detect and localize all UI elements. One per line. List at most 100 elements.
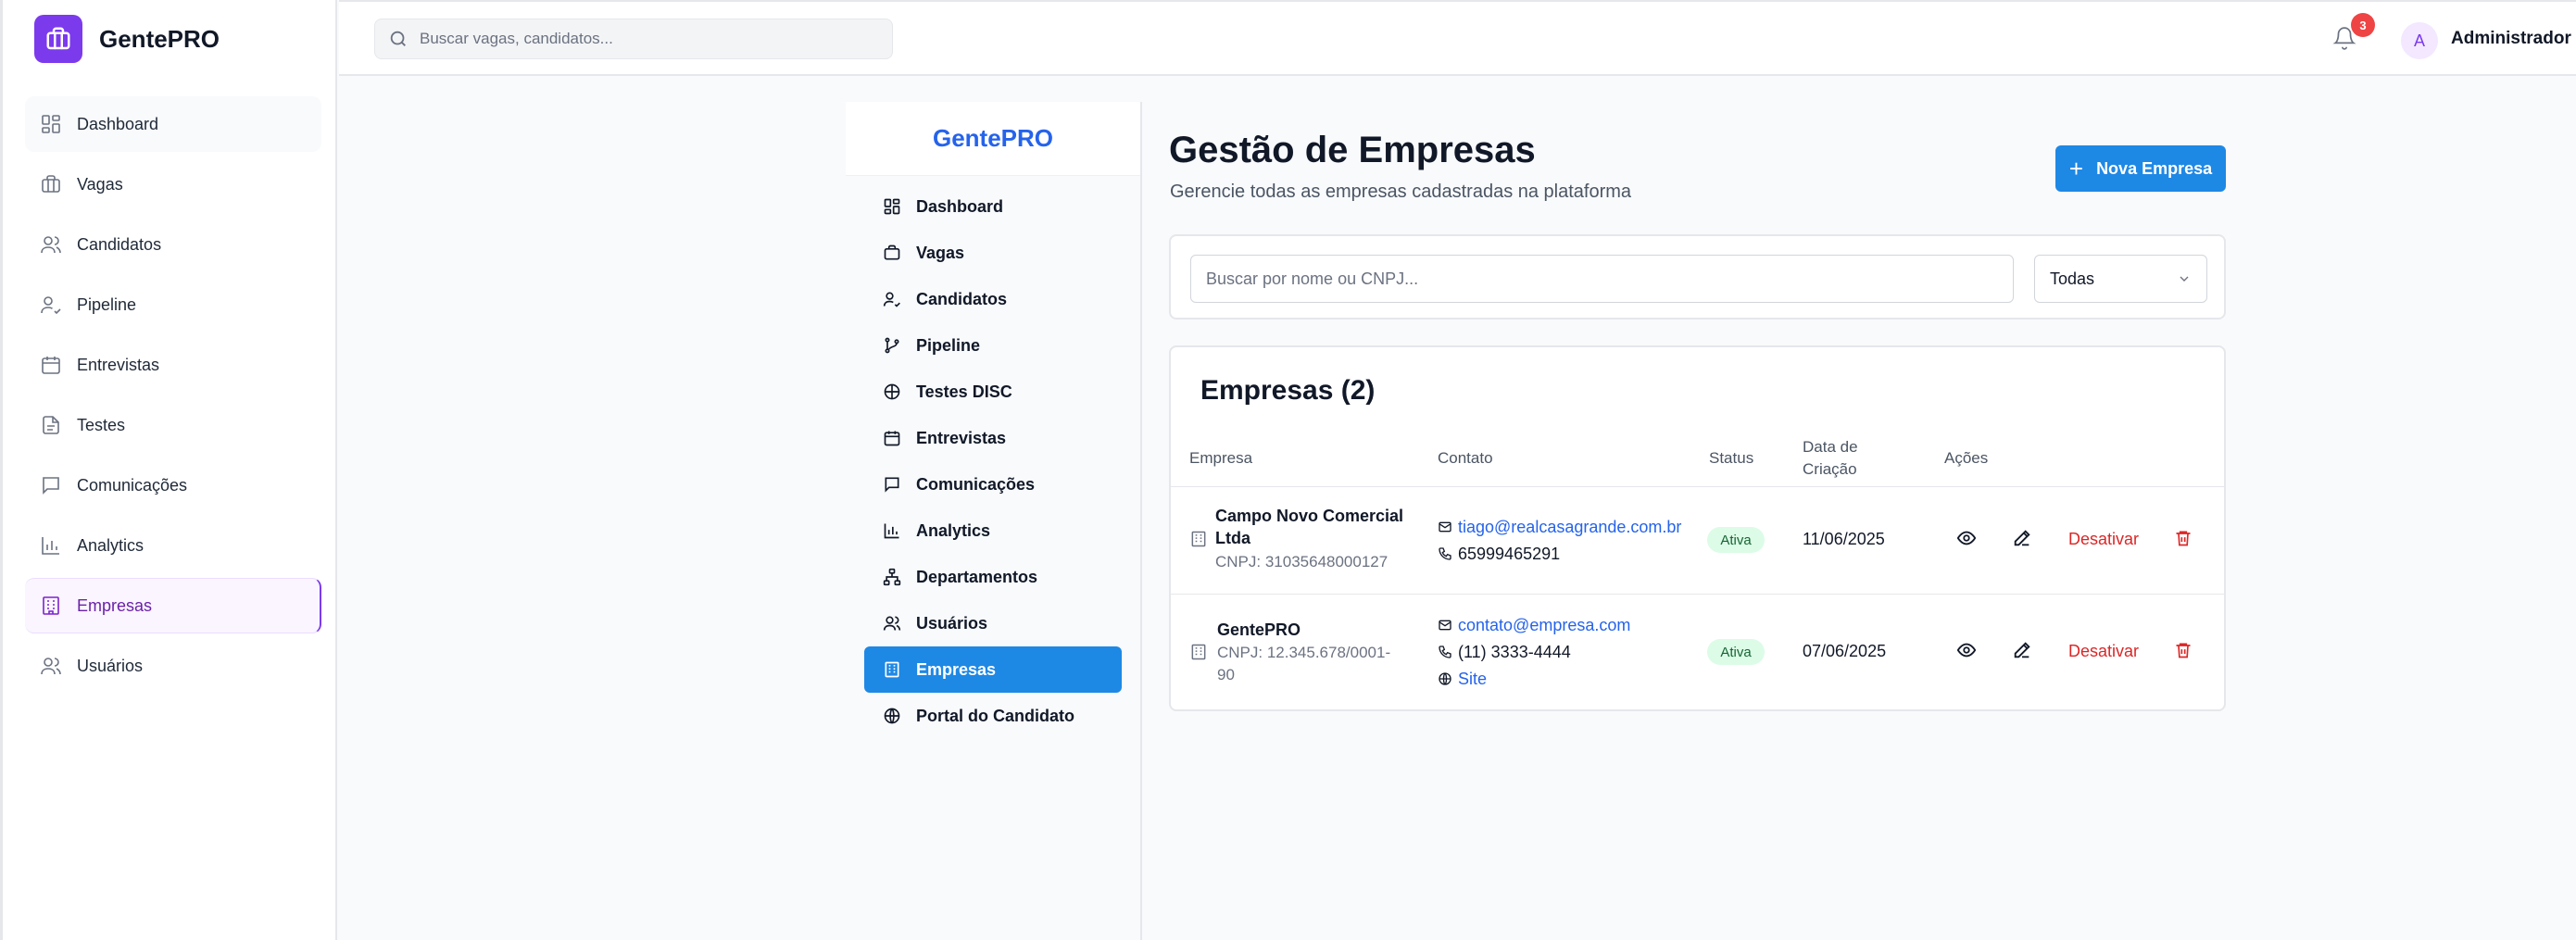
nav-item-testes-disc[interactable]: Testes DISC <box>864 369 1122 415</box>
avatar[interactable]: A <box>2401 22 2438 59</box>
sidebar-item-vagas[interactable]: Vagas <box>25 157 321 212</box>
calendar-icon <box>40 354 62 376</box>
dashboard-icon <box>883 197 901 216</box>
new-company-label: Nova Empresa <box>2096 158 2213 178</box>
nav-item-label: Analytics <box>916 520 991 540</box>
column-header-data-line1: Data de <box>1803 438 1858 456</box>
building-icon <box>40 595 62 617</box>
eye-icon[interactable] <box>1956 528 1977 548</box>
email-link[interactable]: contato@empresa.com <box>1458 616 1630 635</box>
globe-icon <box>883 707 901 725</box>
column-header-acoes: Ações <box>1944 449 1989 467</box>
secondary-sidebar: GentePRO Dashboard Vagas Candidatos Pipe… <box>846 102 1142 940</box>
column-header-status: Status <box>1709 449 1754 467</box>
nav-item-empresas[interactable]: Empresas <box>864 646 1122 693</box>
eye-icon[interactable] <box>1956 640 1977 660</box>
new-company-button[interactable]: + Nova Empresa <box>2055 145 2226 192</box>
sidebar-item-label: Analytics <box>77 535 145 555</box>
notification-badge: 3 <box>2351 13 2375 37</box>
nav-item-label: Dashboard <box>916 196 1004 216</box>
column-header-contato: Contato <box>1438 449 1493 467</box>
nav-item-portal-candidato[interactable]: Portal do Candidato <box>864 693 1122 739</box>
edit-icon[interactable] <box>2012 528 2032 548</box>
sidebar-item-empresas[interactable]: Empresas <box>25 578 321 633</box>
sidebar-item-analytics[interactable]: Analytics <box>25 518 321 573</box>
sidebar-item-label: Vagas <box>77 174 123 194</box>
sidebar-item-usuarios[interactable]: Usuários <box>25 638 321 694</box>
site-link[interactable]: Site <box>1458 670 1487 689</box>
global-search-input[interactable] <box>420 30 864 48</box>
trash-icon[interactable] <box>2174 641 2193 659</box>
calendar-icon <box>883 429 901 447</box>
company-name-cont: Ltda <box>1215 529 1250 547</box>
contact-site[interactable]: Site <box>1438 665 1487 693</box>
nav-item-vagas[interactable]: Vagas <box>864 230 1122 276</box>
user-name[interactable]: Administrador M <box>2451 29 2576 49</box>
top-bar: 3 A Administrador M <box>339 0 2576 76</box>
page-title: Gestão de Empresas <box>1169 130 1536 170</box>
table-row: Campo Novo Comercial Ltda CNPJ: 31035648… <box>1171 486 2224 594</box>
users-icon <box>883 614 901 633</box>
secondary-nav: Dashboard Vagas Candidatos Pipeline Test… <box>846 176 1140 746</box>
deactivate-button[interactable]: Desativar <box>2068 530 2139 549</box>
briefcase-icon <box>40 173 62 195</box>
sidebar-item-pipeline[interactable]: Pipeline <box>25 277 321 332</box>
contact-email[interactable]: tiago@realcasagrande.com.br <box>1438 513 1681 541</box>
phone-text: (11) 3333-4444 <box>1458 642 1571 661</box>
status-badge: Ativa <box>1707 639 1765 665</box>
sidebar-item-comunicacoes[interactable]: Comunicações <box>25 457 321 513</box>
table-row: GentePRO CNPJ: 12.345.678/0001- 90 conta… <box>1171 595 2224 709</box>
nav-item-label: Portal do Candidato <box>916 706 1074 725</box>
sidebar-item-label: Pipeline <box>77 295 137 314</box>
page-subtitle: Gerencie todas as empresas cadastradas n… <box>1170 182 1632 202</box>
trash-icon[interactable] <box>2174 529 2193 547</box>
global-search[interactable] <box>374 19 893 59</box>
nav-item-departamentos[interactable]: Departamentos <box>864 554 1122 600</box>
nav-item-label: Entrevistas <box>916 428 1007 447</box>
nav-item-usuarios[interactable]: Usuários <box>864 600 1122 646</box>
nav-item-entrevistas[interactable]: Entrevistas <box>864 415 1122 461</box>
sidebar-item-testes[interactable]: Testes <box>25 397 321 453</box>
email-link[interactable]: tiago@realcasagrande.com.br <box>1458 518 1681 537</box>
company-name: Campo Novo Comercial <box>1215 507 1404 525</box>
sidebar-item-entrevistas[interactable]: Entrevistas <box>25 337 321 393</box>
status-filter-select[interactable]: Todas <box>2034 255 2207 303</box>
bar-chart-icon <box>40 534 62 557</box>
deactivate-button[interactable]: Desativar <box>2068 642 2139 661</box>
brand[interactable]: GentePRO <box>34 15 220 63</box>
building-icon <box>1189 530 1208 548</box>
nav-item-candidatos[interactable]: Candidatos <box>864 276 1122 322</box>
users-icon <box>40 655 62 677</box>
sidebar-item-label: Comunicações <box>77 475 188 495</box>
table-title: Empresas (2) <box>1200 375 1376 406</box>
nav-item-pipeline[interactable]: Pipeline <box>864 322 1122 369</box>
nav-item-label: Departamentos <box>916 567 1038 586</box>
nav-item-label: Comunicações <box>916 474 1036 494</box>
sidebar-item-dashboard[interactable]: Dashboard <box>25 96 321 152</box>
message-icon <box>883 475 901 494</box>
message-icon <box>40 474 62 496</box>
contact-phone: 65999465291 <box>1438 540 1560 568</box>
company-search-input[interactable] <box>1190 255 2014 303</box>
mail-icon <box>1438 520 1452 534</box>
building-icon <box>1189 643 1208 661</box>
nav-item-analytics[interactable]: Analytics <box>864 508 1122 554</box>
main-sidebar: GentePRO Dashboard Vagas Candidatos Pipe… <box>0 0 337 940</box>
nav-item-dashboard[interactable]: Dashboard <box>864 183 1122 230</box>
phone-icon <box>1438 645 1452 659</box>
company-cnpj: CNPJ: 31035648000127 <box>1215 553 1389 570</box>
contact-email[interactable]: contato@empresa.com <box>1438 611 1630 639</box>
edit-icon[interactable] <box>2012 640 2032 660</box>
sidebar-item-label: Testes <box>77 415 126 434</box>
sidebar-item-label: Entrevistas <box>77 355 160 374</box>
sidebar-item-candidatos[interactable]: Candidatos <box>25 217 321 272</box>
nav-item-label: Usuários <box>916 613 988 633</box>
filter-card: Todas <box>1169 234 2226 320</box>
sidebar-item-label: Usuários <box>77 656 144 675</box>
sidebar-item-label: Empresas <box>77 595 153 615</box>
org-chart-icon <box>883 568 901 586</box>
nav-item-comunicacoes[interactable]: Comunicações <box>864 461 1122 508</box>
nav-item-label: Pipeline <box>916 335 981 355</box>
sidebar-item-label: Dashboard <box>77 114 159 133</box>
nav-item-label: Vagas <box>916 243 965 262</box>
